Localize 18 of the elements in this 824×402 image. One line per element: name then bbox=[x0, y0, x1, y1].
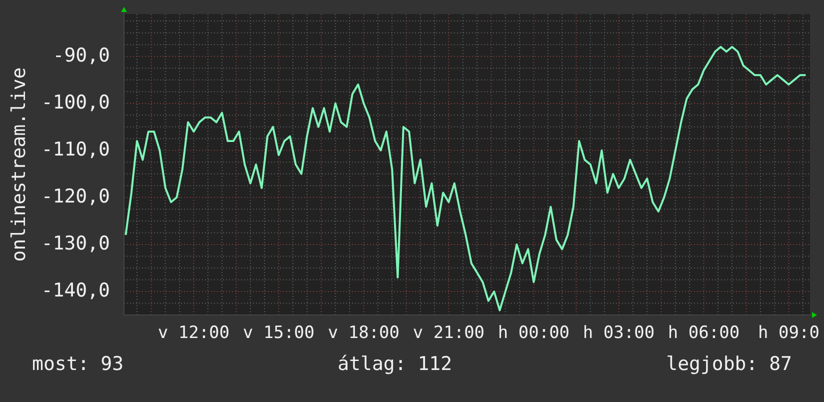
y-axis-title: onlinestream.live bbox=[8, 67, 30, 262]
y-tick-label: -140,0 bbox=[41, 280, 110, 302]
y-tick-label: -120,0 bbox=[41, 186, 110, 208]
x-tick-label: v 21:00 bbox=[412, 323, 485, 343]
y-tick-label: -100,0 bbox=[41, 92, 110, 114]
x-tick-label: h 03:00 bbox=[582, 323, 655, 343]
stat-text: most: 93 bbox=[32, 353, 124, 375]
x-tick-label: h 09:0 bbox=[758, 323, 820, 343]
y-tick-label: -90,0 bbox=[52, 44, 110, 67]
stat-text: legjobb: 87 bbox=[666, 353, 792, 375]
y-tick-label: -110,0 bbox=[41, 138, 110, 161]
x-tick-label: h 00:00 bbox=[498, 323, 570, 343]
x-tick-label: v 18:00 bbox=[328, 323, 400, 343]
stat-text: átlag: 112 bbox=[338, 353, 452, 375]
y-tick-label: -130,0 bbox=[41, 232, 110, 255]
x-tick-label: v 12:00 bbox=[158, 323, 230, 343]
x-tick-label: v 15:00 bbox=[242, 323, 315, 343]
x-tick-label: h 06:00 bbox=[668, 323, 740, 343]
